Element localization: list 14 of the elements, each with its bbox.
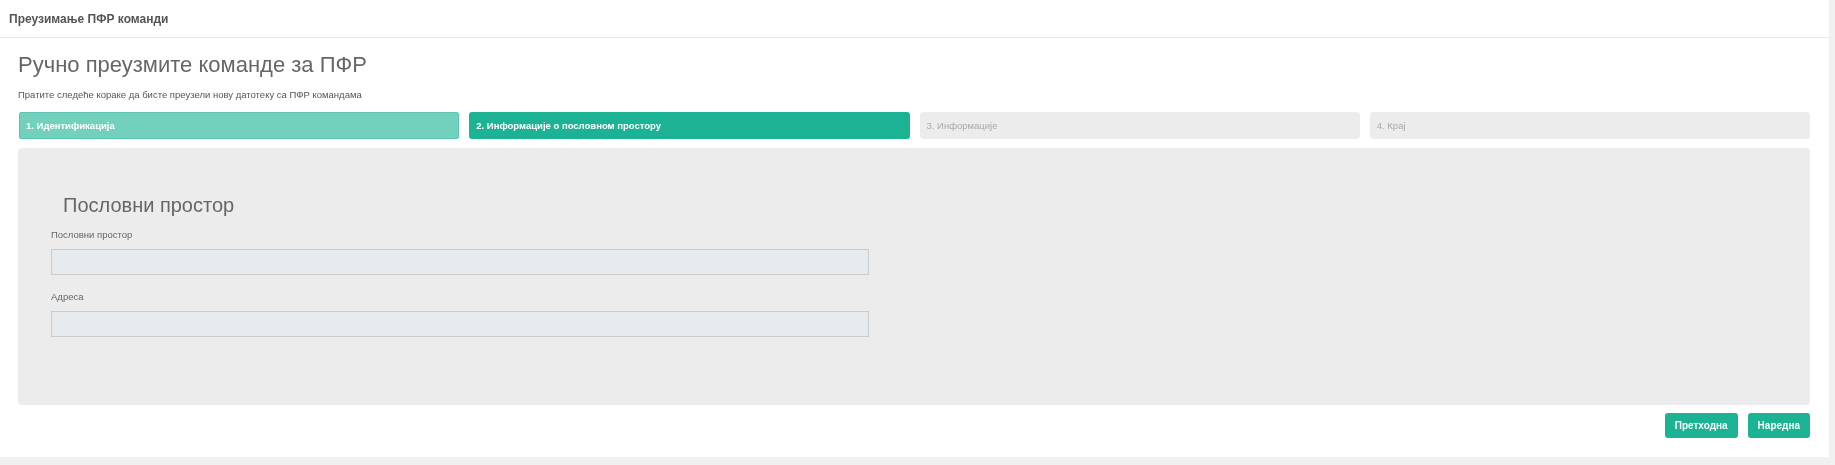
wizard-step[interactable]: 2. Информације о пословном простору: [469, 112, 910, 139]
page-subtitle: Пратите следеће кораке да бисте преузели нову датотеку са ПФР командама: [18, 89, 363, 100]
header-title: Преузимање ПФР команди: [9, 11, 169, 26]
next-button[interactable]: Наредна: [1747, 413, 1810, 438]
input-field[interactable]: [51, 249, 869, 275]
wizard-step[interactable]: 4. Крај: [1369, 112, 1810, 139]
field-label: Пословни простор: [51, 229, 134, 240]
section-title: Пословни простор: [63, 194, 236, 217]
page-title: Ручно преузмите команде за ПФР: [18, 52, 368, 78]
field-label: Адреса: [51, 291, 85, 302]
input-field[interactable]: [51, 311, 869, 337]
previous-button[interactable]: Претходна: [1664, 413, 1738, 438]
wizard-step[interactable]: 1. Идентификација: [19, 112, 460, 139]
wizard-step[interactable]: 3. Информације: [919, 112, 1360, 139]
